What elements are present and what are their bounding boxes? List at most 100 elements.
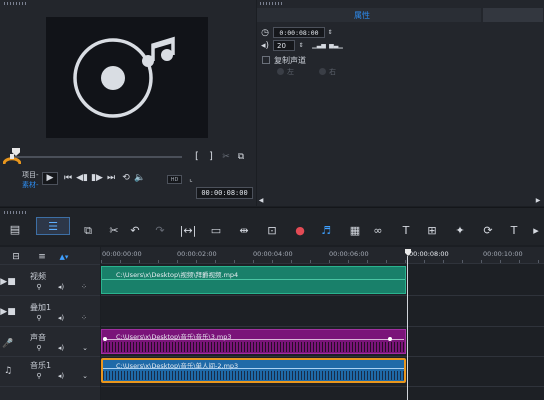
loop-icon[interactable]: ⟳ (478, 220, 498, 240)
timeline-area[interactable]: 00:00:00:00 00:00:02:00 00:00:04:00 00:0… (101, 247, 544, 400)
video-track-icon: ▶■ (0, 276, 16, 287)
collapse-left-icon[interactable]: ◀ (258, 197, 264, 205)
link-icon[interactable]: ⚲ (34, 371, 44, 381)
volume-icon[interactable]: ◂) (56, 313, 66, 323)
ruler-label: 00:00:00:00 (102, 250, 142, 258)
storyboard-view-icon[interactable]: ▤ (6, 220, 24, 238)
clip-mode-label[interactable]: 素材- (22, 180, 39, 190)
ripple-edit-icon[interactable]: ⇹ (234, 220, 254, 240)
preview-screen (46, 17, 208, 138)
aspect-ratio-icon[interactable]: ⌞ (185, 175, 197, 184)
preview-timecode[interactable]: 00:00:08:00 (196, 187, 253, 199)
expand-chevron-icon[interactable]: ⌄ (80, 343, 90, 353)
mark-in-icon[interactable]: [ (192, 152, 202, 162)
panel-grip[interactable] (4, 211, 28, 214)
color-icon[interactable]: ● (290, 220, 310, 240)
quality-dropdown[interactable]: HD (167, 175, 182, 184)
track-header-panel: ⊟ ≡ ▲▾ ▶■ 视频 ⚲ ◂) ⁘ ▶■ 叠加1 ⚲ ◂) ⁘ 🎤 声音 ⚲… (0, 247, 100, 400)
volume-icon: ◂) (260, 40, 270, 51)
left-channel-radio[interactable] (277, 68, 284, 75)
title-icon[interactable]: T (396, 220, 416, 240)
snap-icon[interactable]: ⊡ (262, 220, 282, 240)
text-icon[interactable]: T (504, 220, 524, 240)
tab-properties[interactable]: 属性 (354, 10, 370, 21)
voice-clip[interactable]: C:\Users\x\Desktop\音乐\音乐\3.mp3 (101, 329, 406, 354)
fade-in-icon[interactable]: ▁▃▅ (312, 40, 326, 51)
subtitle-icon[interactable]: ▭ (206, 220, 226, 240)
timeline-view-icon[interactable]: ☰ (36, 217, 70, 235)
ruler-label: 00:00:08:00 (409, 250, 449, 258)
expand-chevron-icon[interactable]: ⌄ (80, 371, 90, 381)
repeat-icon[interactable]: ⟲ (120, 172, 132, 185)
music-disc-icon (73, 36, 175, 118)
track-name: 视频 (30, 272, 46, 281)
play-button[interactable]: ▶ (42, 172, 58, 185)
sort-icon[interactable]: ▲▾ (58, 252, 70, 262)
chapter-icon[interactable]: ▦ (345, 220, 365, 240)
left-channel-label: 左 (287, 68, 294, 76)
timeline-toolbar: ▤ ☰ ⧉ ✂ ↶ ↷ |↔| ▭ ⇹ ⊡ ● ♬ ▦ ∞ T ⊞ ✦ ⟳ T … (0, 207, 544, 245)
volume-icon[interactable]: 🔈 (134, 172, 146, 185)
right-channel-label: 右 (329, 68, 336, 76)
split-screen-icon[interactable]: ⊞ (422, 220, 442, 240)
panel-grip[interactable] (260, 2, 284, 5)
options-panel: 属性 ◷ 0:00:08:00 ⇕ ◂) 20 ⇕ ▁▃▅ ▅▃▁ 复制声道 左… (257, 0, 544, 206)
ruler-label: 00:00:04:00 (253, 250, 293, 258)
music-clip[interactable]: C:\Users\x\Desktop\音乐\单人间-2.mp3 (101, 358, 406, 383)
ruler-label: 00:00:06:00 (329, 250, 369, 258)
volume-icon[interactable]: ◂) (56, 371, 66, 381)
link-icon[interactable]: ⚲ (34, 343, 44, 353)
trim-marker-icon[interactable] (2, 152, 22, 166)
volume-icon[interactable]: ◂) (56, 282, 66, 292)
ruler-label: 00:00:02:00 (177, 250, 217, 258)
motion-icon[interactable]: ∞ (368, 220, 388, 240)
ruler-label: 00:00:10:00 (483, 250, 523, 258)
next-frame-icon[interactable]: ▮▶ (91, 172, 103, 185)
scrub-bar[interactable] (14, 156, 182, 158)
volume-icon[interactable]: ◂) (56, 343, 66, 353)
snapshot-icon[interactable]: ⧉ (236, 152, 246, 162)
track-name: 叠加1 (30, 303, 52, 312)
collapse-right-icon[interactable]: ▶ (535, 197, 541, 205)
panel-grip[interactable] (4, 2, 28, 5)
add-track-icon[interactable]: ≡ (36, 252, 48, 262)
duration-input[interactable]: 0:00:08:00 (273, 27, 325, 38)
mark-out-icon[interactable]: ] (206, 152, 216, 162)
options-tab-empty[interactable] (483, 8, 543, 22)
split-clip-icon[interactable]: ✂ (221, 152, 231, 162)
end-icon[interactable]: ⏭ (105, 172, 117, 185)
project-mode-label[interactable]: 项目- (22, 170, 39, 180)
fit-timeline-icon[interactable]: |↔| (178, 220, 198, 240)
duplicate-channel-label: 复制声道 (274, 56, 306, 65)
link-icon[interactable]: ⚲ (34, 282, 44, 292)
mixer-icon[interactable]: ♬ (316, 220, 336, 240)
grid-icon[interactable]: ⁘ (79, 282, 89, 292)
link-icon[interactable]: ⚲ (34, 313, 44, 323)
playhead-line[interactable] (407, 256, 408, 400)
undo-icon[interactable]: ↶ (125, 220, 145, 240)
fade-out-icon[interactable]: ▅▃▁ (329, 40, 343, 51)
clip-path-label: C:\Users\x\Desktop\视频\拜爵视频.mp4 (116, 271, 239, 279)
video-clip[interactable]: C:\Users\x\Desktop\视频\拜爵视频.mp4 (101, 266, 406, 294)
track-name: 音乐1 (30, 361, 52, 370)
voice-track-icon: 🎤 (2, 338, 14, 349)
auto-music-icon[interactable]: ✦ (450, 220, 470, 240)
preview-panel: 项目- 素材- ▶ ⏮ ◀▮ ▮▶ ⏭ ⟲ 🔈 [ ] ✂ ⧉ HD ⌞ 00:… (0, 0, 256, 206)
duration-stepper[interactable]: ⇕ (326, 27, 334, 38)
music-track-icon: ♫ (3, 365, 13, 376)
copy-icon[interactable]: ⧉ (78, 220, 98, 240)
grid-icon[interactable]: ⁘ (79, 313, 89, 323)
home-icon[interactable]: ⏮ (62, 172, 74, 185)
right-channel-radio[interactable] (319, 68, 326, 75)
track-manager-icon[interactable]: ⊟ (10, 252, 22, 262)
tools-icon[interactable]: ✂ (104, 220, 124, 240)
redo-icon[interactable]: ↷ (150, 220, 170, 240)
volume-input[interactable]: 20 (273, 40, 295, 51)
previous-frame-icon[interactable]: ◀▮ (76, 172, 88, 185)
overlay-track-icon: ▶■ (0, 306, 16, 317)
more-icon[interactable]: ▸ (528, 220, 544, 240)
clock-icon: ◷ (261, 27, 269, 38)
duplicate-channel-checkbox[interactable] (262, 56, 270, 64)
track-name: 声音 (30, 333, 46, 342)
volume-stepper[interactable]: ⇕ (297, 40, 305, 51)
